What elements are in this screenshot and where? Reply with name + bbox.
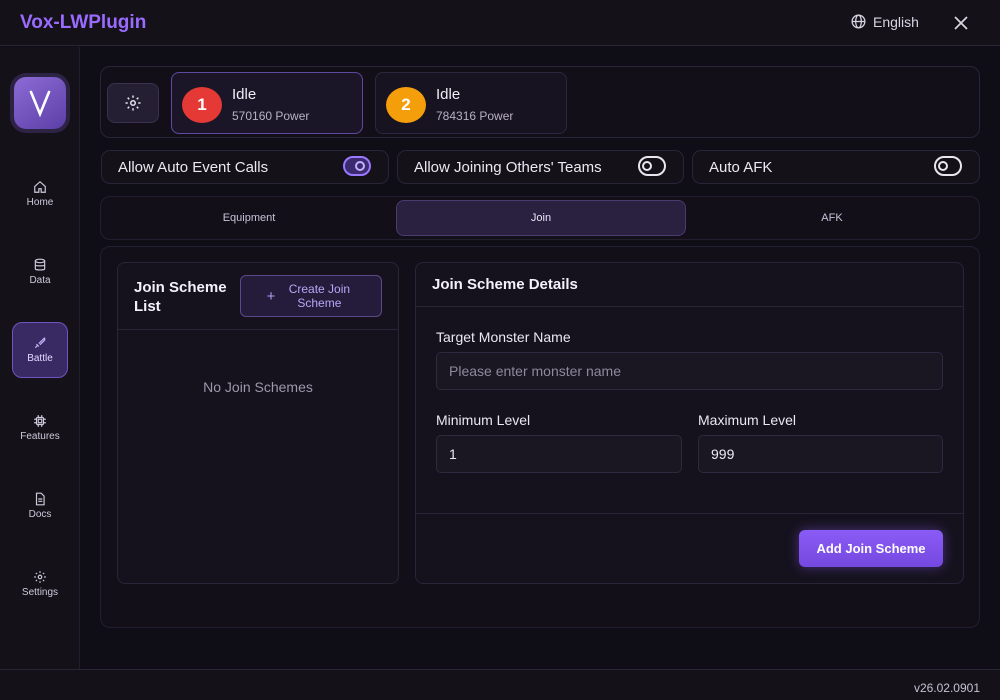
target-monster-label: Target Monster Name — [436, 329, 571, 345]
player-status: Idle — [436, 86, 461, 103]
app-title: Vox-LWPlugin — [20, 12, 147, 33]
target-monster-input[interactable] — [436, 352, 943, 390]
toggle-switch[interactable] — [343, 156, 371, 176]
sidebar-item-label: Settings — [21, 587, 59, 598]
tab-join[interactable]: Join — [396, 200, 686, 236]
toggle-switch[interactable] — [638, 156, 666, 176]
player-status: Idle — [232, 86, 257, 103]
language-selector[interactable]: English — [850, 13, 919, 30]
toggle-label: Auto AFK — [709, 159, 773, 176]
home-icon — [34, 180, 46, 193]
empty-list-message: No Join Schemes — [203, 379, 313, 395]
player-number-badge: 1 — [182, 87, 222, 123]
player-number-badge: 2 — [386, 87, 426, 123]
player-power: 784316 Power — [436, 109, 514, 123]
toggle-join-others-teams[interactable]: Allow Joining Others' Teams — [397, 150, 684, 184]
sidebar-item-docs[interactable]: Docs — [12, 478, 68, 534]
sidebar-item-label: Home — [26, 197, 54, 208]
sword-icon — [34, 337, 46, 349]
divider — [118, 329, 398, 330]
player-card-1[interactable]: 1 Idle 570160 Power — [171, 72, 363, 134]
add-join-scheme-button[interactable]: Add Join Scheme — [799, 530, 943, 567]
toggle-auto-afk[interactable]: Auto AFK — [692, 150, 980, 184]
create-join-scheme-button[interactable]: + Create Join Scheme — [240, 275, 382, 317]
version-label: v26.02.0901 — [913, 681, 980, 695]
sidebar-item-features[interactable]: Features — [12, 400, 68, 456]
logo-v-icon — [29, 90, 51, 118]
toggle-knob — [355, 161, 365, 171]
toggle-knob — [938, 161, 948, 171]
sidebar-item-label: Features — [20, 431, 60, 442]
sidebar-item-label: Battle — [27, 353, 53, 364]
minimum-level-label: Minimum Level — [436, 412, 531, 428]
document-icon — [35, 492, 45, 506]
language-label: English — [873, 13, 919, 30]
sidebar-item-settings[interactable]: Settings — [12, 556, 68, 612]
toggle-label: Allow Auto Event Calls — [118, 159, 269, 176]
status-bar: v26.02.0901 — [0, 669, 1000, 700]
close-button[interactable] — [950, 12, 972, 34]
toggle-auto-event-calls[interactable]: Allow Auto Event Calls — [101, 150, 389, 184]
maximum-level-label: Maximum Level — [698, 412, 797, 428]
sidebar-item-battle[interactable]: Battle — [12, 322, 68, 378]
join-scheme-details-title: Join Scheme Details — [432, 276, 578, 293]
player-card-2[interactable]: 2 Idle 784316 Power — [375, 72, 567, 134]
tab-equipment[interactable]: Equipment — [104, 200, 394, 236]
sidebar-item-label: Data — [29, 275, 51, 286]
title-bar: Vox-LWPlugin English — [0, 0, 1000, 46]
player-power: 570160 Power — [232, 109, 310, 123]
plus-icon: + — [266, 287, 276, 305]
chip-icon — [34, 415, 46, 427]
sidebar-item-home[interactable]: Home — [12, 166, 68, 222]
toggle-knob — [642, 161, 652, 171]
database-icon — [34, 258, 46, 271]
sidebar-item-data[interactable]: Data — [12, 244, 68, 300]
globe-icon — [851, 14, 866, 29]
join-scheme-list-title: Join Scheme List — [134, 279, 227, 315]
gear-icon — [34, 571, 46, 583]
close-icon — [954, 16, 968, 30]
sidebar-item-label: Docs — [28, 509, 52, 520]
gear-icon — [125, 95, 141, 111]
toggle-label: Allow Joining Others' Teams — [414, 159, 602, 176]
divider — [416, 513, 963, 514]
app-logo — [14, 77, 66, 129]
toggle-switch[interactable] — [934, 156, 962, 176]
maximum-level-input[interactable] — [698, 435, 943, 473]
minimum-level-input[interactable] — [436, 435, 682, 473]
create-button-label: Create Join Scheme — [288, 282, 351, 310]
player-settings-button[interactable] — [107, 83, 159, 123]
divider — [416, 306, 963, 307]
tab-afk[interactable]: AFK — [687, 200, 977, 236]
